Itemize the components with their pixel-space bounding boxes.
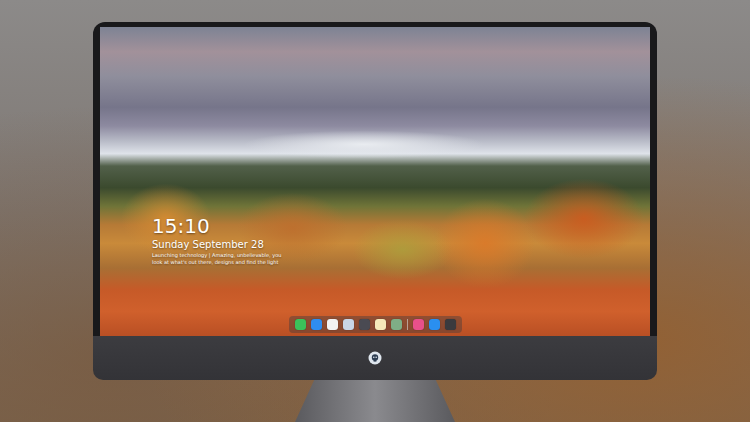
clock-time: 15:10 — [152, 214, 650, 238]
dock-app-icon[interactable] — [327, 319, 338, 330]
dock-app-icon[interactable] — [359, 319, 370, 330]
clock-date: Sunday September 28 — [152, 238, 650, 252]
dock — [289, 316, 462, 333]
dock-separator — [407, 319, 408, 330]
clock-caption: look at what's out there, designs and fi… — [152, 259, 650, 266]
dock-app-icon[interactable] — [343, 319, 354, 330]
dock-app-icon[interactable] — [445, 319, 456, 330]
monitor-stand — [295, 380, 455, 422]
monitor-chin — [93, 336, 657, 380]
dock-app-icon[interactable] — [375, 319, 386, 330]
dock-app-icon[interactable] — [311, 319, 322, 330]
dock-app-icon[interactable] — [295, 319, 306, 330]
dock-app-icon[interactable] — [391, 319, 402, 330]
mockup-canvas: 15:10Sunday September 28Launching techno… — [0, 0, 750, 422]
dock-app-icon[interactable] — [429, 319, 440, 330]
monitor-bezel: 15:10Sunday September 28Launching techno… — [93, 22, 657, 336]
clock-caption: Launching technology | Amazing, unbeliev… — [152, 252, 650, 259]
brand-logo-icon — [368, 351, 382, 365]
desktop-screen: 15:10Sunday September 28Launching techno… — [100, 27, 650, 336]
dock-app-icon[interactable] — [413, 319, 424, 330]
lock-clock: 15:10Sunday September 28Launching techno… — [100, 214, 650, 266]
